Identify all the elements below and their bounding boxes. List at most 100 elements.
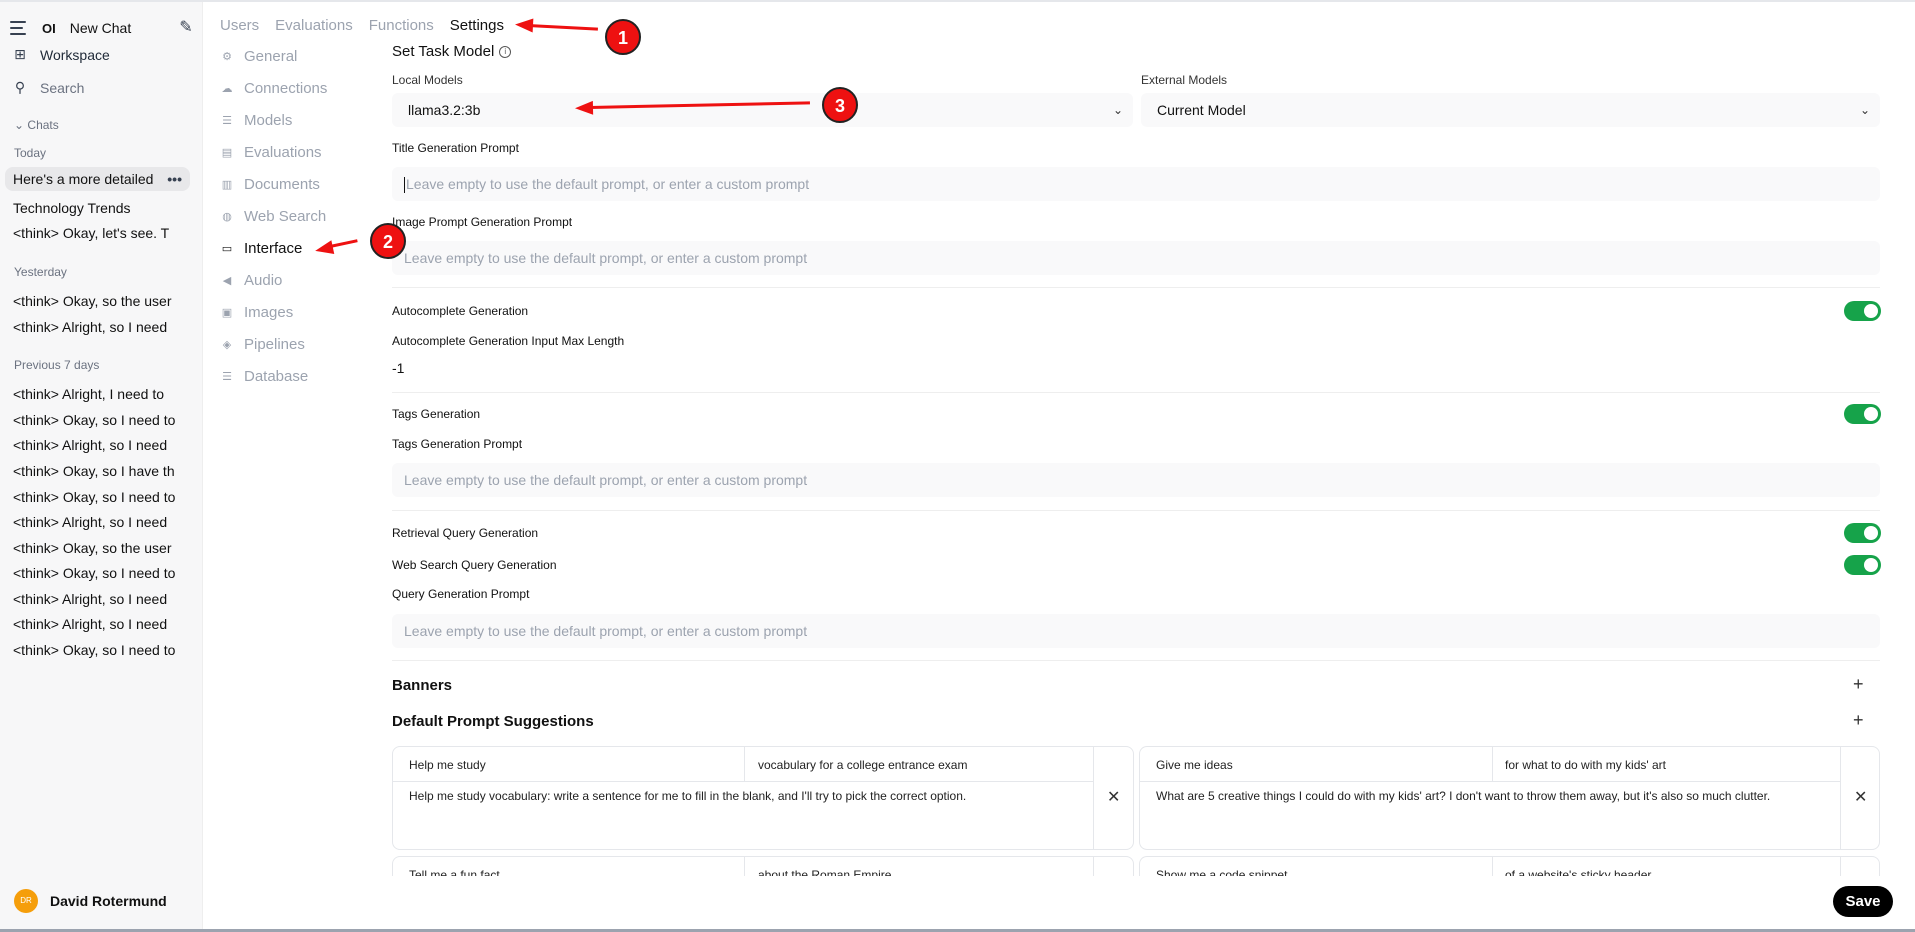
chat-item[interactable]: <think> Okay, so I have th xyxy=(5,459,190,483)
settings-nav-connections[interactable]: ☁ Connections xyxy=(220,80,328,97)
chat-item[interactable]: <think> Alright, I need to xyxy=(5,382,190,406)
separator xyxy=(1140,781,1840,782)
chat-item[interactable]: <think> Okay, so the user xyxy=(5,289,190,313)
search-label: Search xyxy=(40,79,85,96)
search-link[interactable]: ⚲ Search xyxy=(12,79,85,96)
websearch-toggle[interactable] xyxy=(1844,555,1881,575)
suggestion-subtitle-input[interactable]: vocabulary for a college entrance exam xyxy=(758,758,967,772)
chat-item[interactable]: Here's a more detailed ••• xyxy=(5,167,190,191)
chats-toggle[interactable]: ⌄ Chats xyxy=(14,118,59,132)
chat-item[interactable]: <think> Alright, so I need xyxy=(5,433,190,457)
query-prompt-input[interactable]: Leave empty to use the default prompt, o… xyxy=(392,614,1880,648)
image-icon: ▣ xyxy=(221,307,233,319)
suggestion-title-input[interactable]: Tell me a fun fact xyxy=(409,868,500,876)
chat-item[interactable]: <think> Okay, so I need to xyxy=(5,638,190,662)
suggestion-card: Show me a code snippet of a website's st… xyxy=(1139,856,1880,876)
tags-prompt-input[interactable]: Leave empty to use the default prompt, o… xyxy=(392,463,1880,497)
separator xyxy=(1093,747,1094,849)
suggestion-title-input[interactable]: Show me a code snippet xyxy=(1156,868,1287,876)
image-prompt-input[interactable]: Leave empty to use the default prompt, o… xyxy=(392,241,1880,275)
annotation-arrowhead xyxy=(574,100,594,116)
nav-label: Database xyxy=(244,368,309,385)
sidebar: OI New Chat ✎ ⊞ Workspace ⚲ Search ⌄ Cha… xyxy=(0,2,203,929)
separator xyxy=(744,857,745,876)
tab-settings[interactable]: Settings xyxy=(450,17,504,34)
suggestion-title-input[interactable]: Help me study xyxy=(409,758,486,772)
annotation-arrowhead xyxy=(514,17,534,33)
annotation-badge: 2 xyxy=(370,223,406,259)
admin-tabs: Users Evaluations Functions Settings xyxy=(220,17,520,34)
chat-item[interactable]: Technology Trends xyxy=(5,196,190,220)
more-icon[interactable]: ••• xyxy=(167,167,182,191)
chat-item[interactable]: <think> Alright, so I need xyxy=(5,612,190,636)
suggestion-subtitle-input[interactable]: of a website's sticky header xyxy=(1505,868,1651,876)
autocomplete-toggle[interactable] xyxy=(1844,301,1881,321)
settings-nav-models[interactable]: ☰ Models xyxy=(220,112,292,129)
separator xyxy=(1840,857,1841,876)
settings-nav-pipelines[interactable]: ◈ Pipelines xyxy=(220,336,305,353)
speaker-icon: ◀ xyxy=(222,275,232,287)
menu-icon[interactable] xyxy=(10,21,26,35)
separator xyxy=(1093,857,1094,876)
chat-item[interactable]: <think> Okay, let's see. T xyxy=(5,221,190,245)
suggestion-content-input[interactable]: Help me study vocabulary: write a senten… xyxy=(409,789,966,803)
chat-item[interactable]: <think> Okay, so I need to xyxy=(5,408,190,432)
add-suggestion-icon[interactable]: + xyxy=(1853,710,1864,731)
gear-icon: ⚙ xyxy=(222,51,232,63)
suggestion-content-input[interactable]: What are 5 creative things I could do wi… xyxy=(1156,789,1770,803)
edit-icon[interactable]: ✎ xyxy=(177,19,195,37)
top-border xyxy=(0,0,1915,2)
database-icon: ☰ xyxy=(222,115,232,127)
suggestion-card: Help me study vocabulary for a college e… xyxy=(392,746,1134,850)
settings-nav-general[interactable]: ⚙ General xyxy=(220,48,297,65)
separator xyxy=(1840,747,1841,849)
page-title: Set Task Model i xyxy=(392,43,512,60)
divider xyxy=(392,660,1880,661)
nav-label: Images xyxy=(244,304,294,321)
info-icon[interactable]: i xyxy=(499,45,512,58)
suggestion-title-input[interactable]: Give me ideas xyxy=(1156,758,1233,772)
close-icon[interactable]: ✕ xyxy=(1107,787,1120,807)
external-models-label: External Models xyxy=(1141,73,1228,87)
user-menu[interactable]: DR David Rotermund xyxy=(14,889,167,913)
divider xyxy=(392,392,1880,393)
tab-users[interactable]: Users xyxy=(220,17,259,34)
add-banner-icon[interactable]: + xyxy=(1853,674,1864,695)
save-button[interactable]: Save xyxy=(1833,886,1893,917)
workspace-link[interactable]: ⊞ Workspace xyxy=(12,46,110,63)
title-prompt-input[interactable]: Leave empty to use the default prompt, o… xyxy=(392,167,1880,201)
tags-toggle[interactable] xyxy=(1844,404,1881,424)
chat-item[interactable]: <think> Alright, so I need xyxy=(5,315,190,339)
new-chat-button[interactable]: New Chat xyxy=(70,20,177,36)
local-model-select[interactable]: llama3.2:3b ⌄ xyxy=(392,93,1133,127)
settings-nav-database[interactable]: ☰ Database xyxy=(220,368,308,385)
settings-nav-interface[interactable]: ▭ Interface xyxy=(220,240,303,257)
nav-label: Interface xyxy=(244,240,303,257)
settings-nav-audio[interactable]: ◀ Audio xyxy=(220,272,283,289)
settings-nav-documents[interactable]: ▥ Documents xyxy=(220,176,320,193)
settings-nav-evaluations[interactable]: ▤ Evaluations xyxy=(220,144,322,161)
text-caret xyxy=(404,177,405,194)
chat-item[interactable]: <think> Okay, so the user xyxy=(5,536,190,560)
close-icon[interactable]: ✕ xyxy=(1854,787,1867,807)
query-prompt-label: Query Generation Prompt xyxy=(392,587,530,601)
chat-item[interactable]: <think> Okay, so I need to xyxy=(5,485,190,509)
separator xyxy=(1492,857,1493,876)
section-today: Today xyxy=(14,146,47,160)
chat-item[interactable]: <think> Alright, so I need xyxy=(5,510,190,534)
title-prompt-label: Title Generation Prompt xyxy=(392,141,519,155)
tab-evaluations[interactable]: Evaluations xyxy=(275,17,353,34)
separator xyxy=(1492,747,1493,781)
settings-nav-images[interactable]: ▣ Images xyxy=(220,304,293,321)
autocomplete-max-input[interactable]: -1 xyxy=(392,360,404,376)
separator xyxy=(744,747,745,781)
chat-item[interactable]: <think> Okay, so I need to xyxy=(5,561,190,585)
suggestion-subtitle-input[interactable]: about the Roman Empire xyxy=(758,868,891,876)
settings-nav-web-search[interactable]: ◍ Web Search xyxy=(220,208,326,225)
tab-functions[interactable]: Functions xyxy=(369,17,434,34)
retrieval-toggle[interactable] xyxy=(1844,523,1881,543)
suggestion-subtitle-input[interactable]: for what to do with my kids' art xyxy=(1505,758,1666,772)
chat-item[interactable]: <think> Alright, so I need xyxy=(5,587,190,611)
external-model-select[interactable]: Current Model ⌄ xyxy=(1141,93,1880,127)
autocomplete-label: Autocomplete Generation xyxy=(392,304,529,318)
